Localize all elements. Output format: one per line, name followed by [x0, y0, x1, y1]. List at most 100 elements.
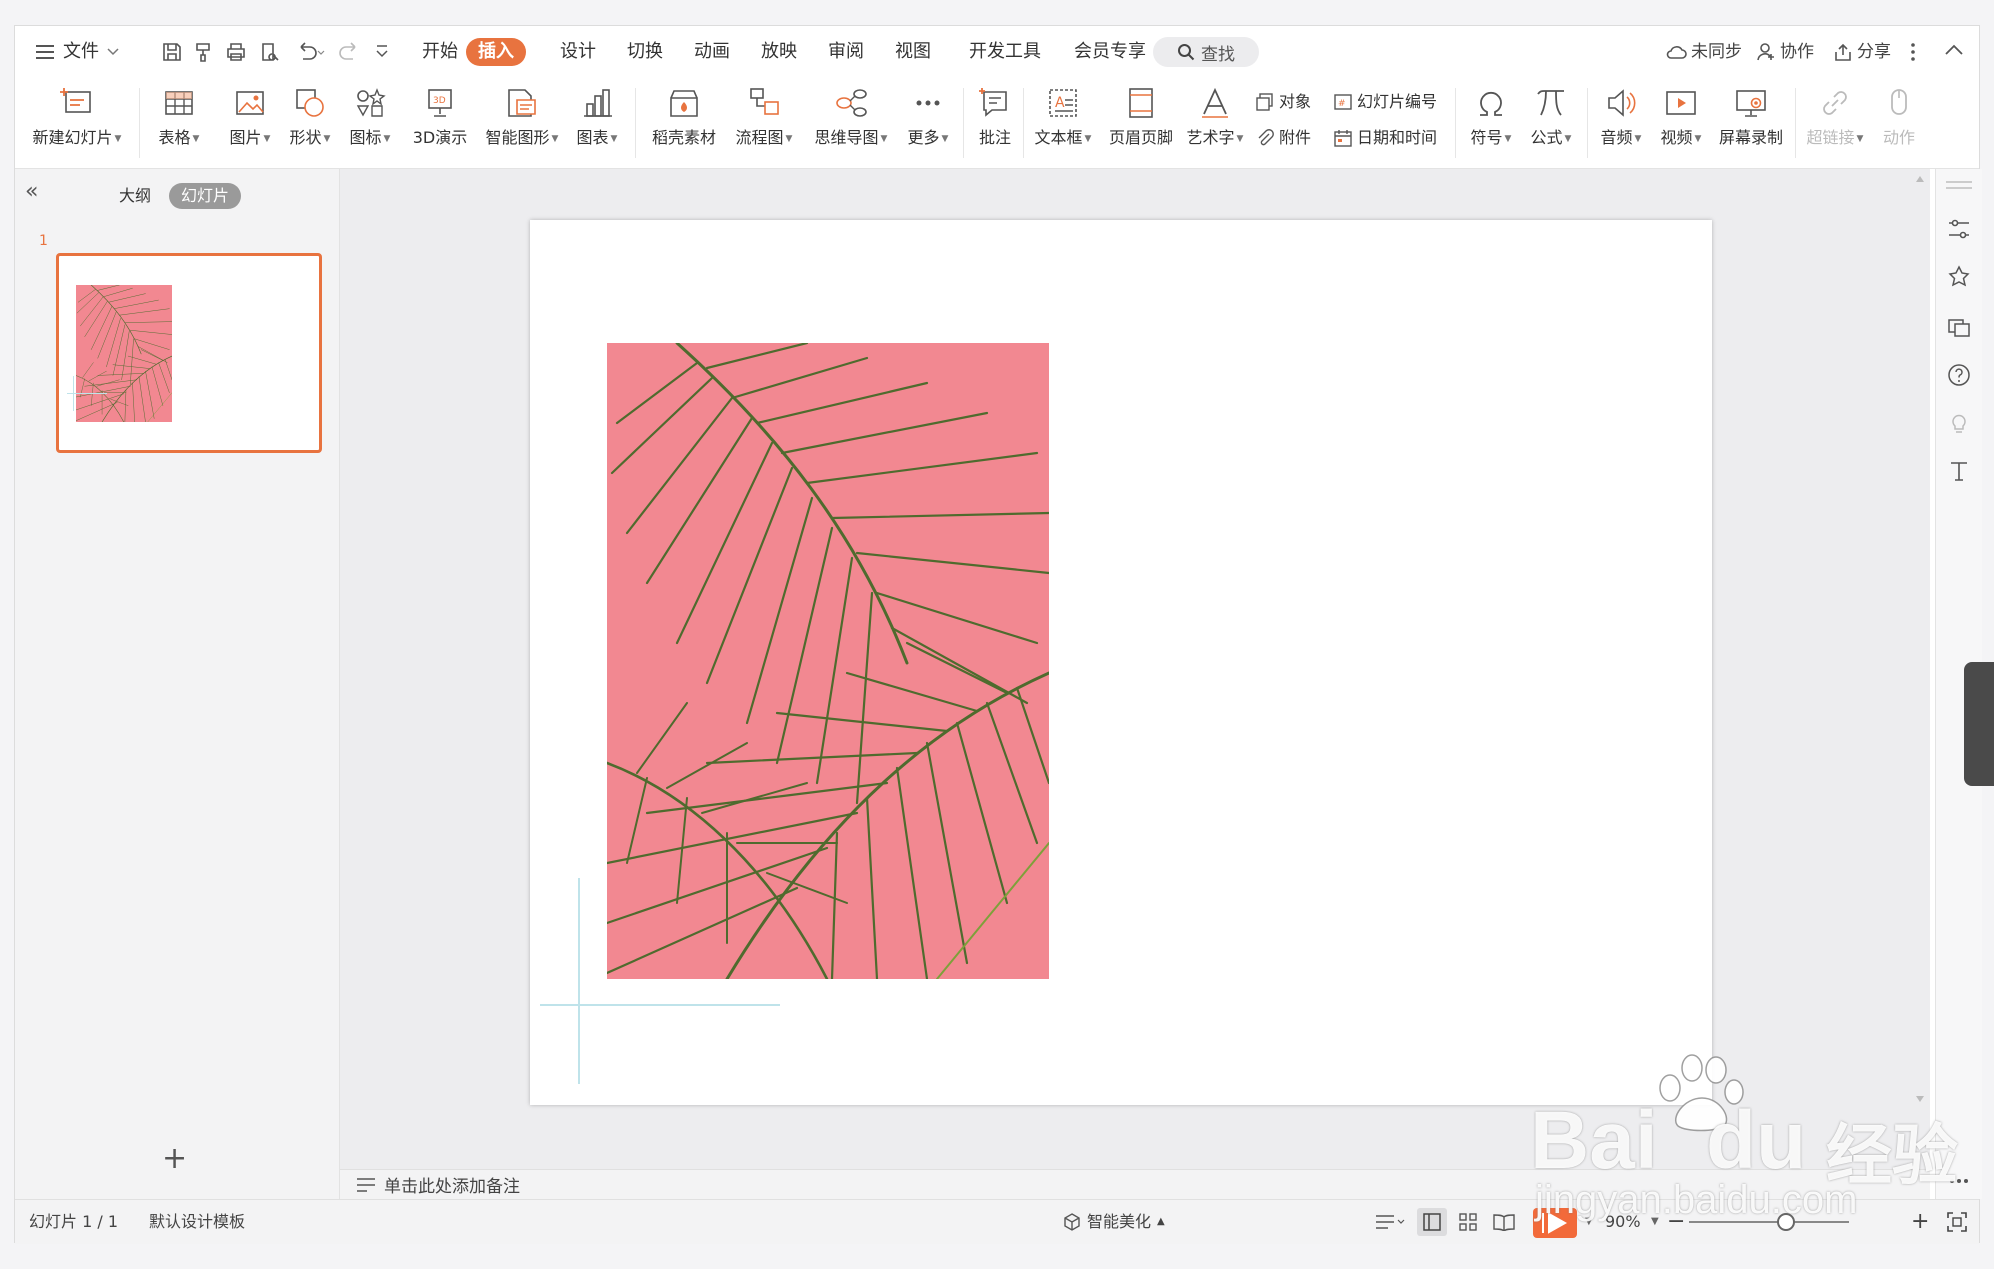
- tab-view[interactable]: 视图: [883, 38, 943, 66]
- format-painter-icon[interactable]: [193, 41, 215, 63]
- material-button[interactable]: 稻壳素材: [643, 78, 725, 168]
- collapse-panel-icon[interactable]: «: [25, 179, 38, 204]
- alignment-guide-horizontal: [540, 1004, 780, 1006]
- reading-view-icon[interactable]: [1493, 1213, 1515, 1231]
- share-button[interactable]: 分享: [1833, 26, 1891, 78]
- tab-design[interactable]: 设计: [548, 38, 608, 66]
- symbol-label: 符号: [1470, 128, 1503, 147]
- picture-label: 图片: [229, 128, 262, 147]
- add-slide-icon[interactable]: +: [162, 1141, 187, 1176]
- text-tool-icon[interactable]: [1947, 459, 1971, 483]
- chart-button[interactable]: 图表 ▼: [567, 78, 627, 168]
- screen-record-icon: [1736, 90, 1766, 117]
- collaborate-button[interactable]: 协作: [1756, 26, 1814, 78]
- redo-icon[interactable]: [339, 41, 361, 63]
- play-slideshow-button[interactable]: [1533, 1208, 1577, 1238]
- tab-member[interactable]: 会员专享: [1062, 38, 1158, 66]
- attachment-button[interactable]: 附件: [1255, 124, 1311, 152]
- shape-button[interactable]: 形状 ▼: [281, 78, 339, 168]
- lightbulb-icon[interactable]: [1947, 411, 1971, 435]
- material-store-icon: [670, 90, 698, 117]
- action-label: 动作: [1882, 128, 1915, 147]
- header-footer-button[interactable]: 页眉页脚: [1103, 78, 1179, 168]
- symbol-button[interactable]: 符号 ▼: [1461, 78, 1521, 168]
- template-name-status[interactable]: 默认设计模板: [149, 1200, 245, 1244]
- textbox-button[interactable]: A 文本框 ▼: [1029, 78, 1097, 168]
- tab-outline[interactable]: 大纲: [107, 183, 163, 209]
- link-icon: [1823, 91, 1847, 115]
- star-effects-icon[interactable]: [1947, 265, 1971, 289]
- help-icon[interactable]: [1947, 363, 1971, 387]
- flowchart-button[interactable]: 流程图 ▼: [727, 78, 801, 168]
- slide-thumbnail[interactable]: [56, 253, 322, 453]
- vertical-scrollbar[interactable]: [1913, 176, 1925, 1176]
- slide-number-button[interactable]: # 幻灯片编号: [1333, 88, 1437, 116]
- collapse-ribbon-icon[interactable]: [1945, 44, 1963, 56]
- notes-bar[interactable]: 单击此处添加备注: [340, 1169, 1930, 1199]
- comment-button[interactable]: 批注: [967, 78, 1023, 168]
- datetime-button[interactable]: 日期和时间: [1333, 124, 1437, 152]
- object-button[interactable]: 对象: [1255, 88, 1311, 116]
- tab-animations[interactable]: 动画: [682, 38, 742, 66]
- floating-side-handle[interactable]: [1964, 662, 1994, 786]
- fit-window-icon[interactable]: [1947, 1212, 1967, 1232]
- zoom-slider[interactable]: [1689, 1221, 1849, 1223]
- print-preview-icon[interactable]: [259, 41, 281, 63]
- zoom-out-icon[interactable]: −: [1667, 1200, 1685, 1244]
- action-button[interactable]: 动作: [1871, 78, 1927, 168]
- picture-button[interactable]: 图片 ▼: [221, 78, 279, 168]
- undo-icon[interactable]: [295, 41, 325, 63]
- audio-button[interactable]: 音频 ▼: [1591, 78, 1651, 168]
- palm-leaves-picture[interactable]: [607, 343, 1049, 979]
- mouse-action-icon: [1891, 89, 1907, 115]
- mindmap-label: 思维导图: [814, 128, 879, 147]
- slide-number-icon: #: [1334, 94, 1352, 110]
- file-menu[interactable]: 文件: [35, 26, 119, 78]
- flowchart-icon: [750, 88, 779, 115]
- hyperlink-button[interactable]: 超链接 ▼: [1801, 78, 1869, 168]
- tab-insert[interactable]: 插入: [466, 38, 526, 66]
- slide-1[interactable]: [530, 220, 1712, 1105]
- textbox-icon: A: [1049, 89, 1077, 117]
- normal-view-icon[interactable]: [1423, 1213, 1441, 1231]
- calendar-icon: [1334, 130, 1352, 147]
- tab-developer[interactable]: 开发工具: [957, 38, 1053, 66]
- properties-icon[interactable]: [1947, 217, 1971, 241]
- customize-toolbar-icon[interactable]: [375, 44, 389, 60]
- zoom-in-icon[interactable]: +: [1911, 1200, 1929, 1244]
- smart-beautify-button[interactable]: 智能美化 ▲: [1063, 1200, 1165, 1244]
- collaborate-icon: [1757, 43, 1774, 61]
- tab-slides[interactable]: 幻灯片: [169, 183, 242, 209]
- mindmap-button[interactable]: 思维导图 ▼: [805, 78, 897, 168]
- zoom-level[interactable]: 90%: [1605, 1200, 1641, 1244]
- formula-button[interactable]: 公式 ▼: [1521, 78, 1581, 168]
- tab-transitions[interactable]: 切换: [615, 38, 675, 66]
- wordart-button[interactable]: 艺术字 ▼: [1181, 78, 1249, 168]
- tab-home[interactable]: 开始: [410, 38, 470, 66]
- more-button[interactable]: 更多 ▼: [899, 78, 957, 168]
- slide-switch-icon[interactable]: [1947, 315, 1971, 339]
- save-icon[interactable]: [161, 41, 183, 63]
- 3d-demo-button[interactable]: 3D 3D演示: [403, 78, 477, 168]
- search-box[interactable]: 查找: [1153, 37, 1259, 67]
- table-button[interactable]: 表格 ▼: [149, 78, 209, 168]
- icon-button[interactable]: 图标 ▼: [341, 78, 399, 168]
- smartart-button[interactable]: 智能图形 ▼: [481, 78, 563, 168]
- new-slide-icon: [60, 88, 91, 113]
- more-vertical-icon[interactable]: [1910, 42, 1916, 62]
- shape-label: 形状: [289, 128, 322, 147]
- slide-sorter-icon[interactable]: [1459, 1213, 1477, 1231]
- notes-toggle-icon[interactable]: [1375, 1213, 1405, 1231]
- tab-slideshow[interactable]: 放映: [749, 38, 809, 66]
- tab-review[interactable]: 审阅: [816, 38, 876, 66]
- print-icon[interactable]: [225, 41, 247, 63]
- screen-record-button[interactable]: 屏幕录制: [1713, 78, 1789, 168]
- zoom-slider-handle[interactable]: [1777, 1213, 1795, 1231]
- sync-button[interactable]: 未同步: [1665, 26, 1742, 78]
- beautify-label: 智能美化: [1087, 1212, 1152, 1231]
- attachment-label: 附件: [1279, 128, 1312, 147]
- more-horizontal-icon[interactable]: [1947, 1169, 1971, 1193]
- new-slide-button[interactable]: 新建幻灯片 ▼: [27, 78, 127, 168]
- smartart-icon: [508, 89, 536, 117]
- video-button[interactable]: 视频 ▼: [1651, 78, 1711, 168]
